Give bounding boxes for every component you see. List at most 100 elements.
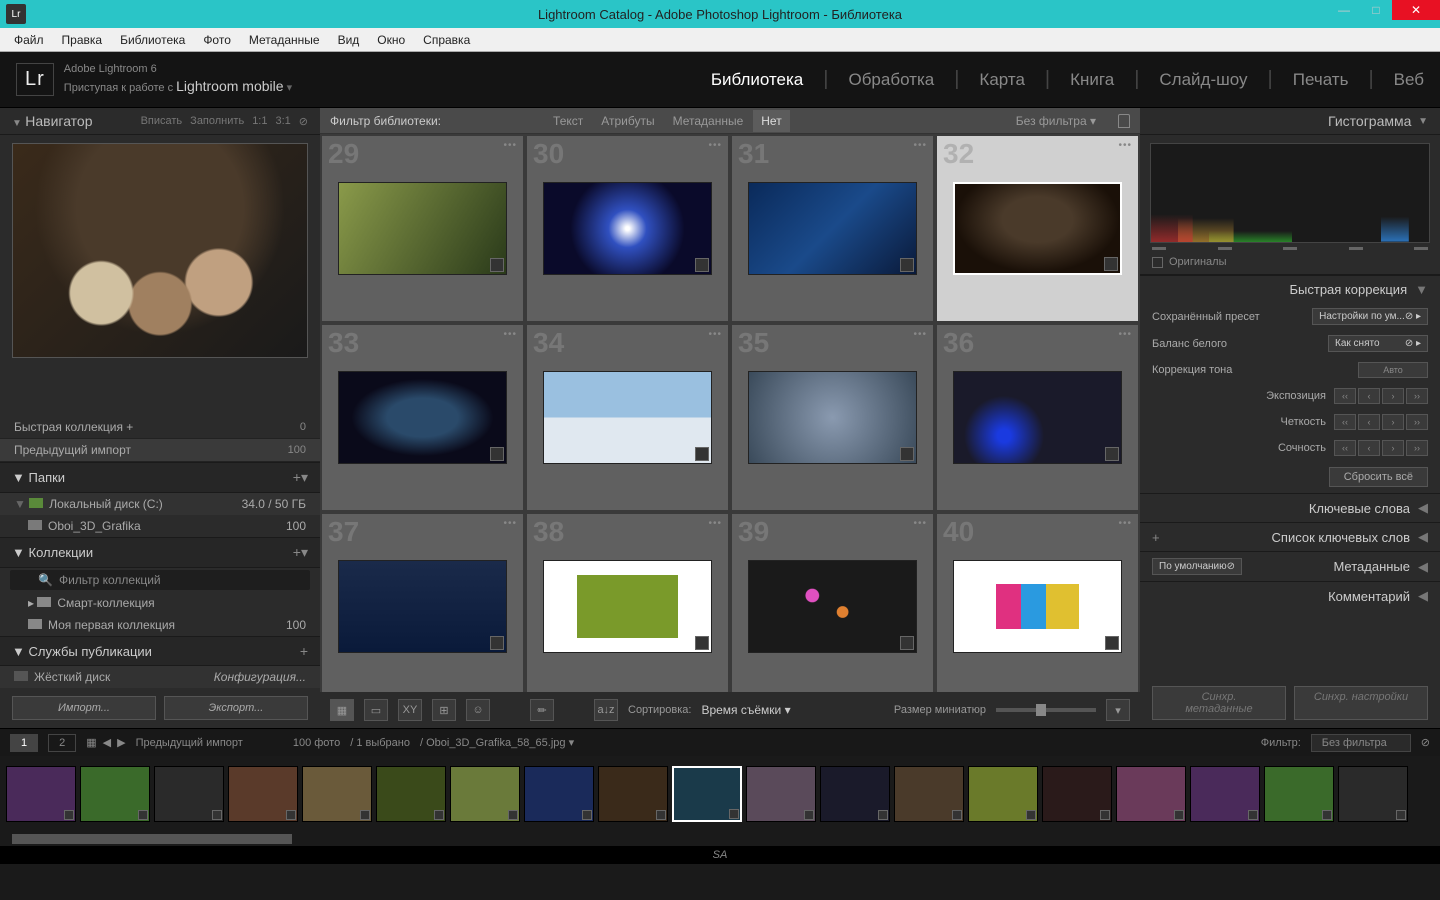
reset-all-button[interactable]: Сбросить всё xyxy=(1329,467,1428,487)
view-people-button[interactable]: ☺ xyxy=(466,699,490,721)
filmstrip-cell-16[interactable] xyxy=(1190,766,1260,822)
view-grid-button[interactable]: ▦ xyxy=(330,699,354,721)
cell-menu-icon[interactable]: ••• xyxy=(913,140,927,151)
sync-metadata-button[interactable]: Синхр. метаданные xyxy=(1152,686,1286,720)
menu-справка[interactable]: Справка xyxy=(415,30,478,50)
filmstrip-cell-7[interactable] xyxy=(524,766,594,822)
folders-header[interactable]: ▼ Папки+▾ xyxy=(0,462,320,493)
view-compare-button[interactable]: XY xyxy=(398,699,422,721)
cell-menu-icon[interactable]: ••• xyxy=(708,518,722,529)
clarity-dec[interactable]: ‹ xyxy=(1358,414,1380,430)
filmstrip-cell-0[interactable] xyxy=(6,766,76,822)
keywords-header[interactable]: Ключевые слова◀ xyxy=(1140,493,1440,522)
grid-cell-29[interactable]: 29••• xyxy=(322,136,523,321)
filmstrip-cell-8[interactable] xyxy=(598,766,668,822)
filmstrip-scrollbar[interactable] xyxy=(0,832,1440,846)
module-3[interactable]: Книга xyxy=(1070,66,1114,94)
module-4[interactable]: Слайд-шоу xyxy=(1159,66,1247,94)
cell-menu-icon[interactable]: ••• xyxy=(1118,329,1132,340)
filmstrip-cell-12[interactable] xyxy=(894,766,964,822)
thumb-size-slider[interactable] xyxy=(996,708,1096,712)
nav-zoom-2[interactable]: 1:1 xyxy=(252,115,267,128)
collections-header[interactable]: ▼ Коллекции+▾ xyxy=(0,537,320,568)
filter-tab-3[interactable]: Нет xyxy=(753,110,789,132)
filmstrip-cell-4[interactable] xyxy=(302,766,372,822)
identity-line2[interactable]: Приступая к работе с Lightroom mobile ▾ xyxy=(64,77,292,97)
menu-правка[interactable]: Правка xyxy=(54,30,111,50)
filmstrip-cell-10[interactable] xyxy=(746,766,816,822)
vibrance-inc[interactable]: › xyxy=(1382,440,1404,456)
nav-zoom-0[interactable]: Вписать xyxy=(141,115,183,128)
clarity-dec2[interactable]: ‹‹ xyxy=(1334,414,1356,430)
view-survey-button[interactable]: ⊞ xyxy=(432,699,456,721)
menu-вид[interactable]: Вид xyxy=(330,30,368,50)
filmstrip[interactable] xyxy=(0,756,1440,832)
module-6[interactable]: Веб xyxy=(1394,66,1424,94)
cell-menu-icon[interactable]: ••• xyxy=(708,329,722,340)
auto-tone-button[interactable]: Авто xyxy=(1358,362,1428,378)
filter-tab-1[interactable]: Атрибуты xyxy=(593,110,662,132)
nav-zoom-3[interactable]: 3:1 xyxy=(275,115,290,128)
cell-menu-icon[interactable]: ••• xyxy=(503,518,517,529)
filmstrip-cell-3[interactable] xyxy=(228,766,298,822)
breadcrumb[interactable]: Предыдущий импорт xyxy=(136,737,243,749)
module-2[interactable]: Карта xyxy=(979,66,1025,94)
navigator-preview[interactable] xyxy=(12,143,308,358)
grid-cell-35[interactable]: 35••• xyxy=(732,325,933,510)
menu-окно[interactable]: Окно xyxy=(369,30,413,50)
metadata-header[interactable]: По умолчанию⊘ Метаданные◀ xyxy=(1140,551,1440,581)
grid-cell-38[interactable]: 38••• xyxy=(527,514,728,692)
publish-hdd[interactable]: Жёсткий диск Конфигурация... xyxy=(0,666,320,688)
filmstrip-cell-15[interactable] xyxy=(1116,766,1186,822)
second-window-button[interactable]: 2 xyxy=(48,734,76,752)
grid-cell-39[interactable]: 39••• xyxy=(732,514,933,692)
metadata-preset-select[interactable]: По умолчанию⊘ xyxy=(1152,558,1242,575)
menu-метаданные[interactable]: Метаданные xyxy=(241,30,328,50)
filmstrip-cell-9[interactable] xyxy=(672,766,742,822)
menu-фото[interactable]: Фото xyxy=(195,30,239,50)
clarity-inc[interactable]: › xyxy=(1382,414,1404,430)
sort-direction-button[interactable]: a↓z xyxy=(594,699,618,721)
collections-smart[interactable]: ▸ Смарт-коллекция xyxy=(0,592,320,614)
minimize-button[interactable]: — xyxy=(1328,0,1360,20)
cell-menu-icon[interactable]: ••• xyxy=(1118,140,1132,151)
comments-header[interactable]: Комментарий◀ xyxy=(1140,581,1440,610)
grid-cell-36[interactable]: 36••• xyxy=(937,325,1138,510)
vibrance-dec2[interactable]: ‹‹ xyxy=(1334,440,1356,456)
cell-menu-icon[interactable]: ••• xyxy=(913,518,927,529)
import-button[interactable]: Импорт... xyxy=(12,696,156,720)
filter-tab-0[interactable]: Текст xyxy=(545,110,591,132)
module-0[interactable]: Библиотека xyxy=(711,66,803,94)
filmstrip-cell-2[interactable] xyxy=(154,766,224,822)
view-loupe-button[interactable]: ▭ xyxy=(364,699,388,721)
sort-select[interactable]: Время съёмки ▾ xyxy=(701,703,790,717)
grid-cell-30[interactable]: 30••• xyxy=(527,136,728,321)
cell-menu-icon[interactable]: ••• xyxy=(708,140,722,151)
filmstrip-cell-13[interactable] xyxy=(968,766,1038,822)
originals-checkbox[interactable]: Оригиналы xyxy=(1140,250,1440,275)
filmstrip-cell-18[interactable] xyxy=(1338,766,1408,822)
collections-filter[interactable]: 🔍Фильтр коллекций xyxy=(10,570,310,590)
filmstrip-cell-1[interactable] xyxy=(80,766,150,822)
grid-cell-32[interactable]: 32••• xyxy=(937,136,1138,321)
exposure-inc2[interactable]: ›› xyxy=(1406,388,1428,404)
clarity-inc2[interactable]: ›› xyxy=(1406,414,1428,430)
sync-settings-button[interactable]: Синхр. настройки xyxy=(1294,686,1428,720)
module-5[interactable]: Печать xyxy=(1293,66,1349,94)
cell-menu-icon[interactable]: ••• xyxy=(503,140,517,151)
cell-menu-icon[interactable]: ••• xyxy=(913,329,927,340)
export-button[interactable]: Экспорт... xyxy=(164,696,308,720)
nav-zoom-1[interactable]: Заполнить xyxy=(190,115,244,128)
filter-tab-2[interactable]: Метаданные xyxy=(665,110,752,132)
filter-lock-icon[interactable]: ⊘ xyxy=(1421,736,1430,749)
menu-библиотека[interactable]: Библиотека xyxy=(112,30,193,50)
folders-disk[interactable]: ▼ Локальный диск (C:) 34.0 / 50 ГБ xyxy=(0,493,320,515)
grid-cell-40[interactable]: 40••• xyxy=(937,514,1138,692)
exposure-dec2[interactable]: ‹‹ xyxy=(1334,388,1356,404)
cell-menu-icon[interactable]: ••• xyxy=(503,329,517,340)
filmstrip-cell-14[interactable] xyxy=(1042,766,1112,822)
lock-icon[interactable] xyxy=(1118,114,1130,128)
keyword-list-header[interactable]: +Список ключевых слов◀ xyxy=(1140,522,1440,551)
wb-select[interactable]: Как снято⊘ ▸ xyxy=(1328,335,1428,352)
back-icon[interactable]: ◀ xyxy=(103,736,111,749)
